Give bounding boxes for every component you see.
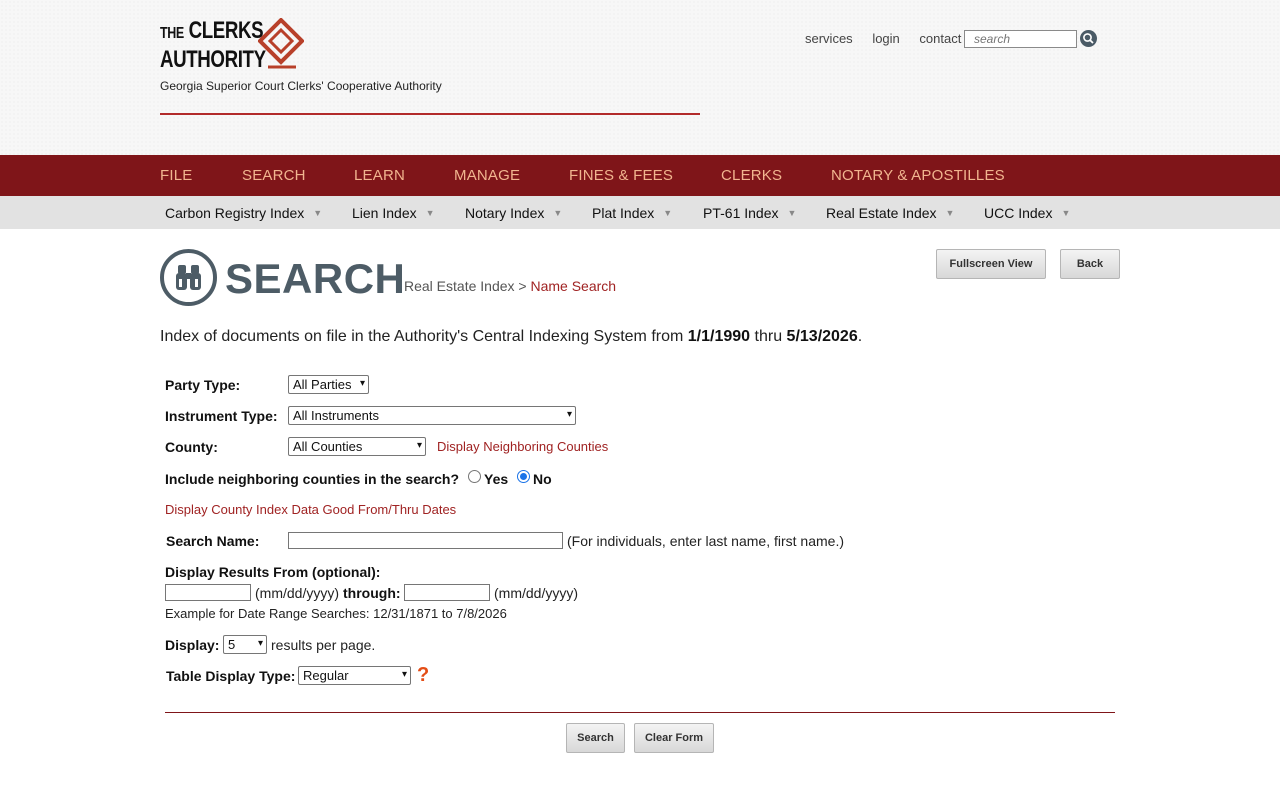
chevron-down-icon: ▾ [401, 669, 407, 680]
nav-learn[interactable]: LEARN [354, 167, 405, 184]
instrument-type-select[interactable]: All Instruments ▾ [288, 406, 576, 425]
date-range-label: Display Results From (optional): [165, 564, 381, 580]
login-link[interactable]: login [872, 31, 899, 46]
instrument-type-label: Instrument Type: [165, 408, 278, 424]
caret-down-icon: ▼ [787, 208, 797, 218]
subnav-plat[interactable]: Plat Index ▼ [592, 205, 672, 221]
binoculars-icon [160, 249, 217, 306]
subnav-real-estate[interactable]: Real Estate Index ▼ [826, 205, 954, 221]
main-nav: FILE SEARCH LEARN MANAGE FINES & FEES CL… [0, 155, 1280, 196]
county-index-dates-link[interactable]: Display County Index Data Good From/Thru… [165, 502, 456, 517]
index-thru-date: 5/13/2026 [786, 328, 858, 345]
back-button[interactable]: Back [1060, 249, 1120, 279]
county-label: County: [165, 439, 218, 455]
subnav-pt61[interactable]: PT-61 Index ▼ [703, 205, 796, 221]
search-name-input[interactable] [288, 532, 563, 549]
caret-down-icon: ▼ [1061, 208, 1071, 218]
site-search-button[interactable] [1080, 30, 1097, 47]
through-label: through: [343, 585, 401, 601]
date-to-format: (mm/dd/yyyy) [494, 585, 578, 601]
chevron-down-icon: ▾ [416, 440, 422, 451]
results-per-page-suffix: results per page. [271, 637, 376, 653]
nav-clerks[interactable]: CLERKS [721, 167, 782, 184]
display-label: Display: [165, 637, 220, 653]
include-neighboring-label: Include neighboring counties in the sear… [165, 471, 460, 487]
site-search-input[interactable] [964, 30, 1077, 48]
nav-file[interactable]: FILE [160, 167, 192, 184]
date-to-input[interactable] [404, 584, 490, 601]
sub-nav: Carbon Registry Index ▼ Lien Index ▼ Notar… [0, 196, 1280, 229]
search-button[interactable]: Search [566, 723, 625, 753]
clear-form-button[interactable]: Clear Form [634, 723, 714, 753]
date-example-text: Example for Date Range Searches: 12/31/1… [165, 606, 507, 621]
site-header: THE CLERKS AUTHORITY Georgia Superior Co… [0, 0, 1280, 155]
caret-down-icon: ▼ [945, 208, 955, 218]
caret-down-icon: ▼ [425, 208, 435, 218]
fullscreen-view-button[interactable]: Fullscreen View [936, 249, 1046, 279]
caret-down-icon: ▼ [553, 208, 563, 218]
breadcrumb-separator: > [518, 278, 527, 294]
index-date-range-text: Index of documents on file in the Author… [160, 328, 863, 345]
clerks-authority-logo[interactable]: THE CLERKS AUTHORITY [160, 18, 310, 74]
help-icon[interactable]: ? [417, 664, 429, 687]
caret-down-icon: ▼ [313, 208, 323, 218]
subnav-ucc[interactable]: UCC Index ▼ [984, 205, 1070, 221]
search-name-hint: (For individuals, enter last name, first… [567, 533, 844, 549]
subnav-lien[interactable]: Lien Index ▼ [352, 205, 435, 221]
utility-links: services login contact [805, 31, 977, 46]
party-type-label: Party Type: [165, 377, 241, 393]
caret-down-icon: ▼ [663, 208, 673, 218]
yes-label: Yes [484, 471, 509, 487]
header-divider [160, 113, 700, 115]
subnav-notary[interactable]: Notary Index ▼ [465, 205, 562, 221]
chevron-down-icon: ▾ [257, 638, 263, 649]
party-type-select[interactable]: All Parties ▾ [288, 375, 369, 394]
breadcrumb: Real Estate Index > Name Search [404, 278, 616, 294]
nav-manage[interactable]: MANAGE [454, 167, 520, 184]
form-divider [165, 712, 1115, 713]
chevron-down-icon: ▾ [566, 409, 572, 420]
nav-notary-apostilles[interactable]: NOTARY & APOSTILLES [831, 167, 1005, 184]
nav-search[interactable]: SEARCH [242, 167, 306, 184]
no-label: No [533, 471, 552, 487]
services-link[interactable]: services [805, 31, 853, 46]
search-icon [1083, 33, 1094, 44]
index-from-date: 1/1/1990 [687, 328, 751, 345]
results-per-page-select[interactable]: 5 ▾ [223, 635, 267, 654]
include-neighbor-yes-radio[interactable] [468, 470, 481, 483]
breadcrumb-current[interactable]: Name Search [530, 278, 616, 294]
page-title: SEARCH [225, 255, 406, 302]
include-neighbor-no-radio[interactable] [517, 470, 530, 483]
logo-diamond-icon [258, 18, 304, 69]
display-neighboring-counties-link[interactable]: Display Neighboring Counties [437, 439, 608, 454]
nav-fines-fees[interactable]: FINES & FEES [569, 167, 673, 184]
date-from-input[interactable] [165, 584, 251, 601]
search-name-label: Search Name: [166, 533, 260, 549]
county-select[interactable]: All Counties ▾ [288, 437, 426, 456]
date-from-format: (mm/dd/yyyy) [255, 585, 339, 601]
subnav-carbon-registry[interactable]: Carbon Registry Index ▼ [165, 205, 322, 221]
table-display-type-label: Table Display Type: [166, 668, 296, 684]
table-display-type-select[interactable]: Regular ▾ [298, 666, 411, 685]
breadcrumb-parent[interactable]: Real Estate Index [404, 278, 515, 294]
contact-link[interactable]: contact [919, 31, 961, 46]
site-tagline: Georgia Superior Court Clerks' Cooperati… [160, 79, 442, 93]
chevron-down-icon: ▾ [359, 378, 365, 389]
